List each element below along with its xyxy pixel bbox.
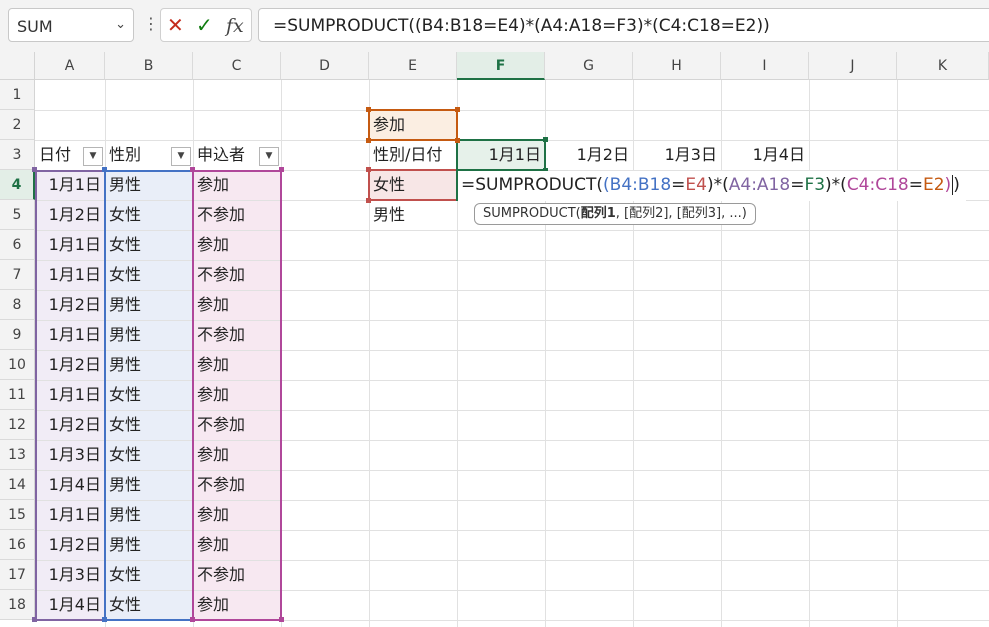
cell-g3[interactable]: 1月2日 [545, 140, 633, 170]
column-header-a[interactable]: A [35, 52, 105, 80]
column-header-j[interactable]: J [809, 52, 897, 80]
name-box[interactable]: SUM ⌄ [8, 8, 134, 42]
formula-buttons: ✕ ✓ fx [160, 8, 252, 42]
range-ref-e4 [368, 169, 458, 201]
filter-dropdown-icon[interactable]: ▼ [259, 147, 279, 166]
row-header-10[interactable]: 10 [0, 350, 35, 380]
cell-i3[interactable]: 1月4日 [721, 140, 809, 170]
row-header-6[interactable]: 6 [0, 230, 35, 260]
column-header-g[interactable]: G [545, 52, 633, 80]
formula-bar-text: =SUMPRODUCT((B4:B18=E4)*(A4:A18=F3)*(C4:… [273, 16, 770, 36]
row-header-3[interactable]: 3 [0, 140, 35, 170]
row-header-16[interactable]: 16 [0, 530, 35, 560]
row-header-1[interactable]: 1 [0, 80, 35, 110]
row-header-14[interactable]: 14 [0, 470, 35, 500]
row-header-9[interactable]: 9 [0, 320, 35, 350]
row-header-12[interactable]: 12 [0, 410, 35, 440]
cancel-icon[interactable]: ✕ [167, 13, 184, 37]
enter-check-icon[interactable]: ✓ [196, 13, 213, 37]
cell-h3[interactable]: 1月3日 [633, 140, 721, 170]
row-header-2[interactable]: 2 [0, 110, 35, 140]
more-options-icon[interactable]: ⋮ [143, 14, 159, 33]
column-header-h[interactable]: H [633, 52, 721, 80]
select-all-corner[interactable] [0, 52, 35, 80]
insert-function-icon[interactable]: fx [226, 15, 244, 37]
spreadsheet-grid[interactable]: A B C D E F G H I J K 1 2 3 4 5 6 7 8 9 … [0, 52, 989, 627]
column-header-k[interactable]: K [897, 52, 989, 80]
range-ref-f3 [456, 139, 546, 171]
cell-editor[interactable]: =SUMPRODUCT((B4:B18=E4)*(A4:A18=F3)*(C4:… [458, 171, 966, 201]
filter-dropdown-icon[interactable]: ▼ [83, 147, 103, 166]
tooltip-current-arg: 配列1 [580, 206, 616, 221]
row-header-4[interactable]: 4 [0, 170, 35, 200]
column-header-d[interactable]: D [281, 52, 369, 80]
name-box-value: SUM [17, 17, 53, 36]
column-header-c[interactable]: C [193, 52, 281, 80]
row-header-11[interactable]: 11 [0, 380, 35, 410]
range-ref-c4-c18 [192, 170, 282, 621]
range-ref-a4-a18 [35, 170, 106, 621]
cell-e5[interactable]: 男性 [369, 200, 457, 230]
row-header-15[interactable]: 15 [0, 500, 35, 530]
column-header-e[interactable]: E [369, 52, 457, 80]
range-ref-b4-b18 [104, 170, 194, 621]
filter-dropdown-icon[interactable]: ▼ [171, 147, 191, 166]
row-header-18[interactable]: 18 [0, 590, 35, 620]
cell-e3[interactable]: 性別/日付 [369, 140, 457, 170]
formula-bar[interactable]: =SUMPRODUCT((B4:B18=E4)*(A4:A18=F3)*(C4:… [258, 8, 989, 42]
function-tooltip[interactable]: SUMPRODUCT(配列1, [配列2], [配列3], ...) [474, 203, 756, 225]
row-header-5[interactable]: 5 [0, 200, 35, 230]
column-header-b[interactable]: B [105, 52, 193, 80]
chevron-down-icon[interactable]: ⌄ [115, 17, 126, 32]
column-header-f[interactable]: F [457, 52, 545, 80]
row-header-8[interactable]: 8 [0, 290, 35, 320]
range-ref-e2 [368, 109, 458, 141]
row-header-17[interactable]: 17 [0, 560, 35, 590]
row-header-7[interactable]: 7 [0, 260, 35, 290]
column-header-i[interactable]: I [721, 52, 809, 80]
row-header-13[interactable]: 13 [0, 440, 35, 470]
formula-toolbar: SUM ⌄ ⋮ ✕ ✓ fx =SUMPRODUCT((B4:B18=E4)*(… [0, 0, 989, 53]
